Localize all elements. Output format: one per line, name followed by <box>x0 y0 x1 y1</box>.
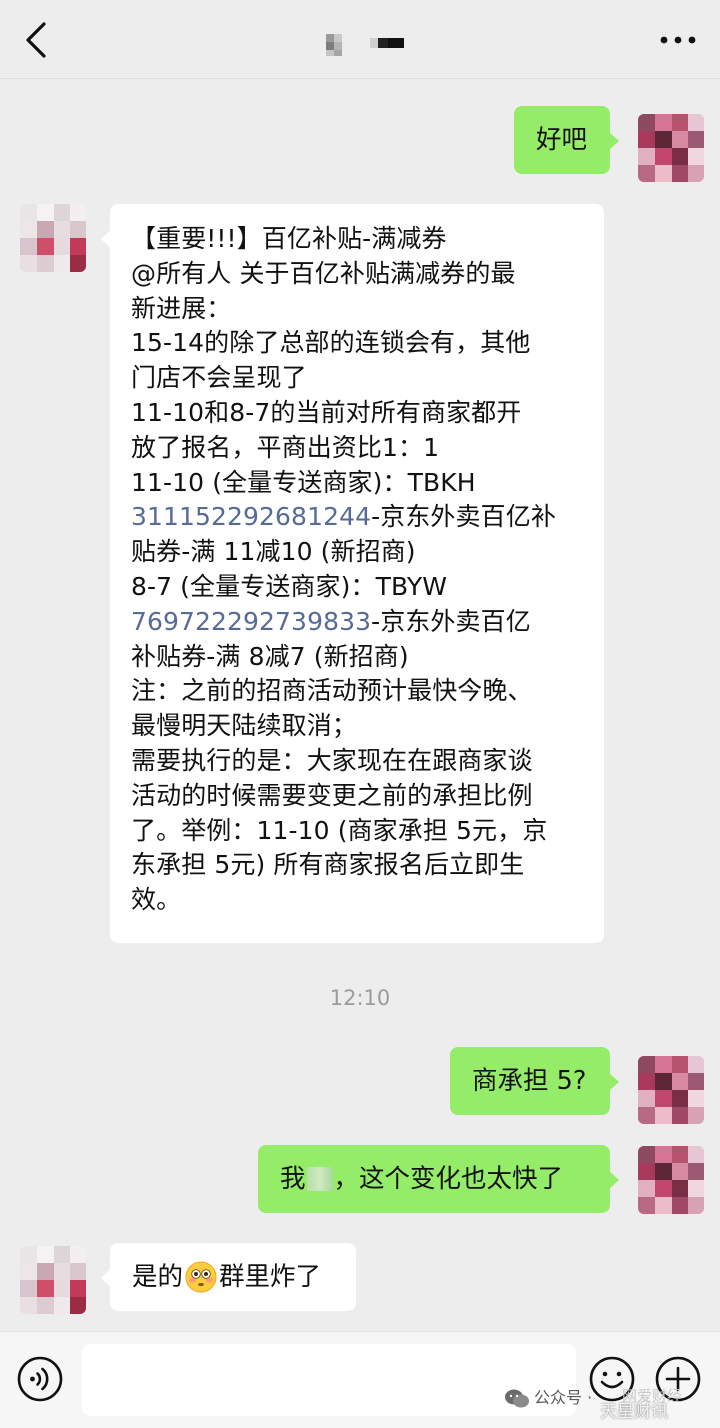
notice-line: 注：之前的招商活动预计最快今晚、 <box>131 676 533 706</box>
notice-line: 【重要!!!】百亿补贴-满减券 <box>131 224 447 253</box>
notice-line: 补贴券-满 8减7 (新招商) <box>131 641 409 671</box>
chevron-left-icon <box>26 22 46 58</box>
chat-screen: 好吧 【重要!!!】百亿补贴-满减券 @所有人 关于百亿补贴满减券的最 新进展：… <box>0 0 720 1428</box>
notice-line: 8-7 (全量专送商家)：TBYW <box>131 571 448 601</box>
message-text: 好吧 <box>536 125 588 155</box>
message-text-start: 我 <box>280 1164 306 1194</box>
notice-line: 活动的时候需要变更之前的承担比例 <box>131 780 533 810</box>
notice-line: 最慢明天陆续取消； <box>131 711 357 741</box>
back-button[interactable] <box>14 16 58 64</box>
notice-line: 门店不会呈现了 <box>131 363 307 393</box>
notice-line: 11-10 (全量专送商家)：TBKH <box>131 467 476 497</box>
flushed-face-icon <box>185 1261 217 1293</box>
message-bubble-mine[interactable]: 我 ，这个变化也太快了 <box>258 1145 619 1213</box>
notice-line: 新进展： <box>131 293 232 323</box>
voice-icon <box>17 1356 63 1402</box>
wechat-official-account-icon <box>505 1389 529 1408</box>
my-avatar[interactable] <box>638 1056 704 1124</box>
chat-title-pixelated <box>326 32 406 58</box>
my-avatar[interactable] <box>638 114 704 182</box>
notice-line: 放了报名，平商出资比1：1 <box>131 432 440 462</box>
message-text-end: ，这个变化也太快了 <box>333 1164 564 1194</box>
contact-avatar[interactable] <box>20 204 86 272</box>
censored-word <box>306 1167 333 1191</box>
message-text: 商承担 5? <box>472 1066 587 1096</box>
voice-button[interactable] <box>16 1355 64 1403</box>
notice-line: @所有人 关于百亿补贴满减券的最 <box>131 258 516 288</box>
message-input[interactable] <box>82 1344 576 1416</box>
more-dots-icon <box>660 36 696 44</box>
notice-line: 需要执行的是：大家现在在跟商家谈 <box>131 745 533 775</box>
watermark-source: 公众号 · <box>534 1388 593 1407</box>
message-bubble-notice[interactable]: 【重要!!!】百亿补贴-满减券 @所有人 关于百亿补贴满减券的最 新进展： 15… <box>101 204 604 943</box>
phone-number-link[interactable]: 769722292739833 <box>131 607 371 636</box>
my-avatar[interactable] <box>638 1146 704 1214</box>
notice-line-tail: -京东外卖百亿补 <box>371 502 556 532</box>
contact-avatar[interactable] <box>20 1246 86 1314</box>
message-bubble-mine[interactable]: 商承担 5? <box>450 1047 619 1115</box>
message-timestamp: 12:10 <box>329 986 391 1010</box>
notice-line: 贴券-满 11减10 (新招商) <box>131 537 416 567</box>
watermark: 公众号 · 网爱财经 天星财讯 <box>504 1382 716 1424</box>
message-bubble-other[interactable]: 是的 群里炸了 <box>101 1243 356 1311</box>
message-text-start: 是的 <box>132 1262 184 1292</box>
notice-line: 11-10和8-7的当前对所有商家都开 <box>131 397 522 427</box>
notice-line: 15-14的除了总部的连锁会有，其他 <box>131 328 531 358</box>
phone-number-link[interactable]: 311152292681244 <box>131 502 371 531</box>
notice-line-tail: -京东外卖百亿 <box>371 606 531 636</box>
message-text-end: 群里炸了 <box>219 1262 322 1292</box>
notice-line: 了。举例：11-10 (商家承担 5元，京 <box>131 815 548 845</box>
notice-line: 311152292681244-京东外卖百亿补 <box>131 500 592 535</box>
notice-line: 769722292739833-京东外卖百亿 <box>131 605 592 640</box>
notice-line: 效。 <box>131 885 182 915</box>
top-bar <box>0 0 720 79</box>
more-button[interactable] <box>656 22 700 58</box>
notice-line: 东承担 5元) 所有商家报名后立即生 <box>131 850 525 880</box>
watermark-weibo: 天星财讯 <box>600 1402 668 1422</box>
message-bubble-mine[interactable]: 好吧 <box>514 106 619 174</box>
